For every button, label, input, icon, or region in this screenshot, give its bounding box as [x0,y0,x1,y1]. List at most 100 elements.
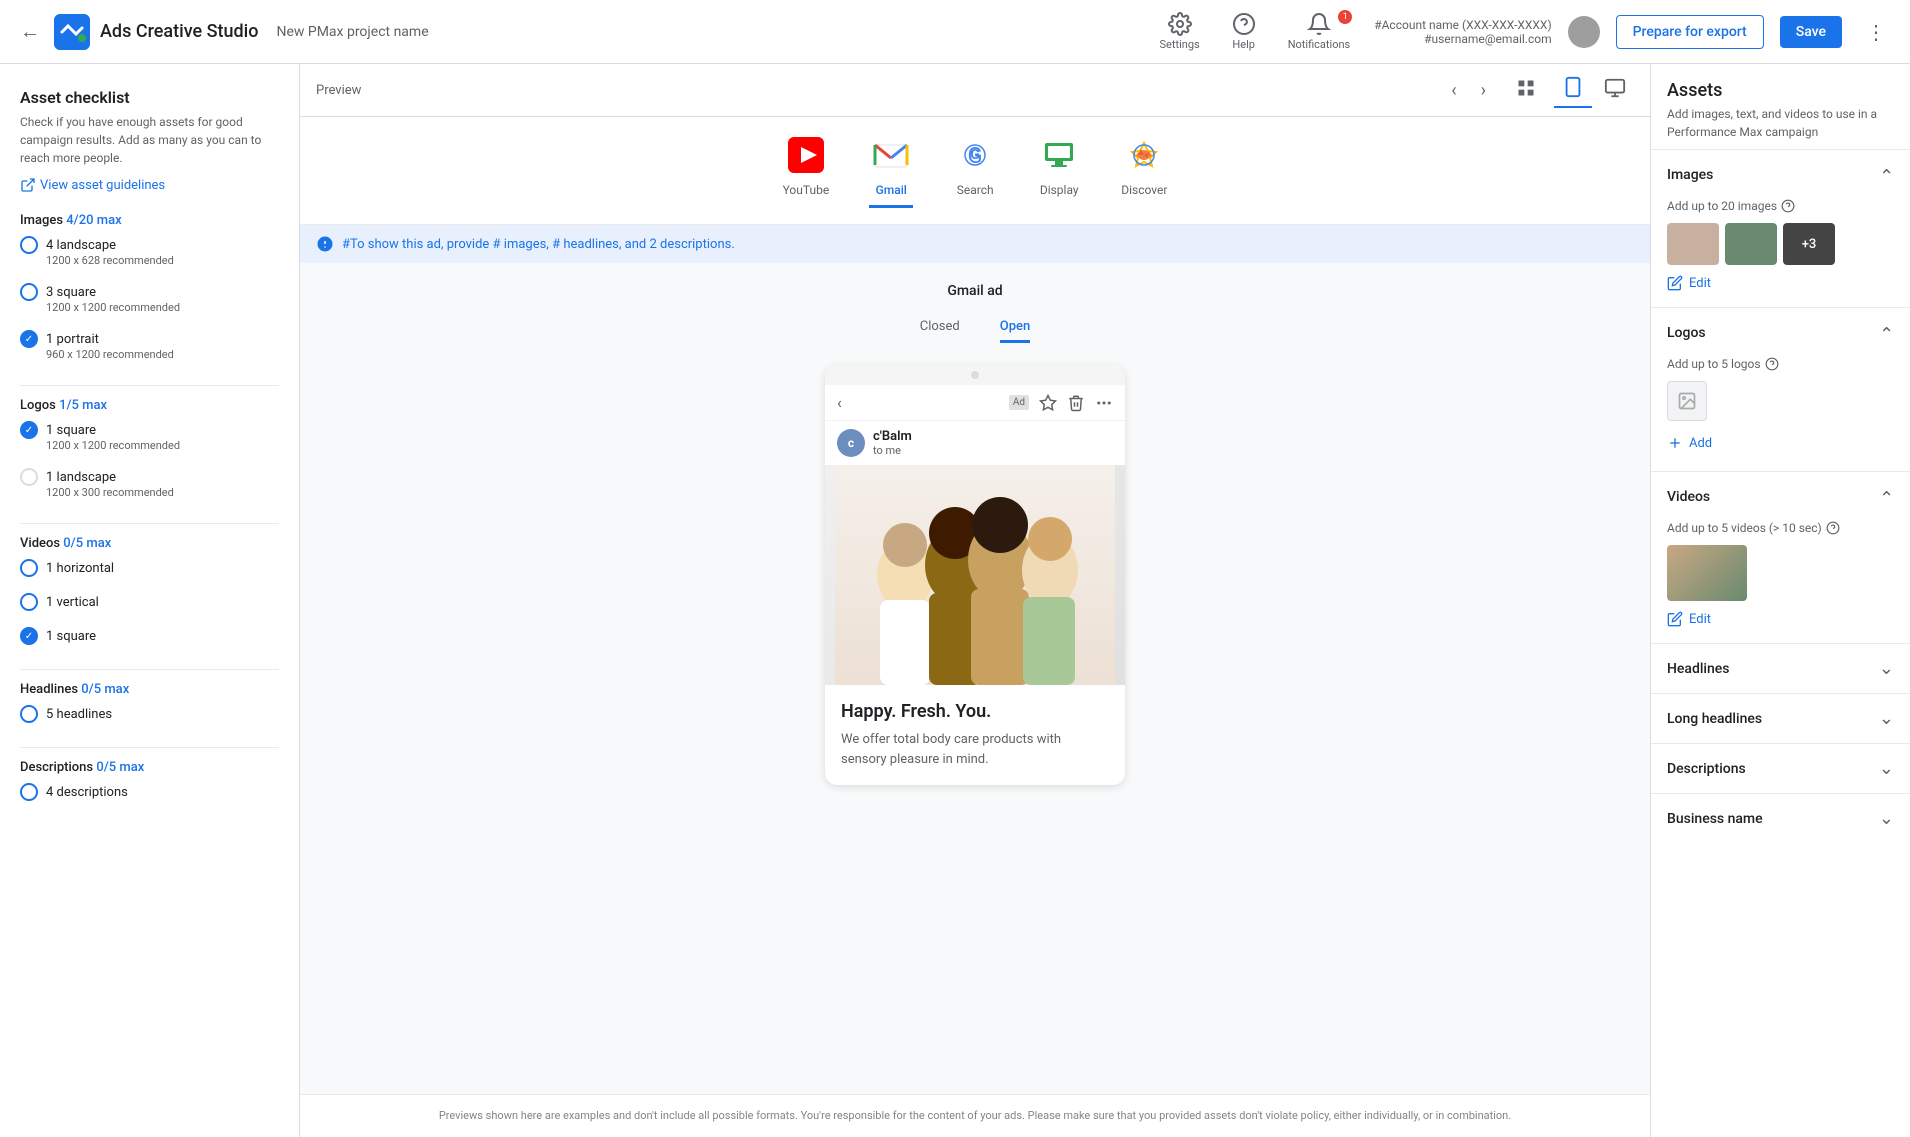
logos-section-header[interactable]: Logos ⌄ [1651,308,1910,357]
settings-icon [1168,12,1192,36]
descriptions-checklist-section: Descriptions 0/5 max 4 descriptions [20,760,279,809]
tab-display[interactable]: Display [1037,133,1081,208]
logos-count: 1/5 max [59,398,107,413]
top-dot [971,371,979,379]
images-help-icon [1781,199,1795,213]
main-container: Asset checklist Check if you have enough… [0,64,1910,1137]
vertical-video-item: 1 vertical [20,593,279,619]
discover-channel-icon [1122,133,1166,177]
square-image-item: 3 square 1200 x 1200 recommended [20,283,279,322]
logos-section-content: Add up to 5 logos Add [1651,357,1910,471]
assets-header: Assets Add images, text, and videos to u… [1651,64,1910,149]
square-video-label: 1 square [46,629,96,644]
headlines-section-header[interactable]: Headlines ⌄ [1651,644,1910,693]
account-name: #Account name (XXX-XXX-XXXX) [1374,18,1551,32]
trash-icon [1067,394,1085,412]
square-image-status-icon [20,283,38,301]
tab-gmail[interactable]: Gmail [869,133,913,208]
right-sidebar: Assets Add images, text, and videos to u… [1650,64,1910,1137]
images-edit-button[interactable]: Edit [1667,275,1711,291]
plus-icon [1667,435,1683,451]
tab-discover[interactable]: Discover [1121,133,1167,208]
logos-section-title: Logos [1667,325,1706,341]
gmail-icon [869,133,913,177]
descriptions-asset-section: Descriptions ⌄ [1651,743,1910,793]
assets-desc: Add images, text, and videos to use in a… [1667,105,1894,141]
headlines-count: 0/5 max [81,682,129,697]
images-chevron-icon: ⌄ [1879,164,1894,185]
video-edit-icon [1667,611,1683,627]
videos-subtitle: Add up to 5 videos (> 10 sec) [1667,521,1894,535]
back-button[interactable]: ← [16,15,44,48]
settings-label: Settings [1160,38,1200,51]
more-options-button[interactable]: ⋮ [1858,16,1894,48]
videos-edit-button[interactable]: Edit [1667,611,1711,627]
assets-title: Assets [1667,80,1894,101]
videos-help-icon [1826,521,1840,535]
square-logo-item: 1 square 1200 x 1200 recommended [20,421,279,460]
desktop-icon [1604,77,1626,99]
info-icon [316,235,334,253]
headlines-status-icon [20,705,38,723]
back-ad-button[interactable]: ‹ [837,393,842,412]
save-button[interactable]: Save [1780,16,1842,48]
descriptions-status-icon [20,783,38,801]
help-button[interactable]: Help [1224,8,1264,55]
preview-content: Gmail ad Closed Open ‹ Ad [300,263,1650,1094]
landscape-sub: 1200 x 628 recommended [46,254,279,267]
descriptions-label: 4 descriptions [46,785,128,800]
help-label: Help [1232,38,1255,51]
settings-button[interactable]: Settings [1152,8,1208,55]
long-headlines-asset-section: Long headlines ⌄ [1651,693,1910,743]
mobile-icon [1562,76,1584,98]
avatar [1568,16,1600,48]
display-tab-label: Display [1040,183,1079,197]
tab-youtube[interactable]: YouTube [783,133,830,208]
long-headlines-section-title: Long headlines [1667,711,1762,727]
left-sidebar: Asset checklist Check if you have enough… [0,64,300,1137]
external-link-icon [20,177,36,193]
mobile-view-button[interactable] [1554,72,1592,108]
square-logo-sub: 1200 x 1200 recommended [46,439,279,452]
search-tab-label: Search [957,183,994,197]
landscape-logo-status-icon [20,468,38,486]
logos-add-button[interactable]: Add [1667,431,1712,455]
images-asset-section: Images ⌄ Add up to 20 images +3 Edi [1651,149,1910,307]
notifications-button[interactable]: 1 Notifications [1280,8,1359,55]
prepare-for-export-button[interactable]: Prepare for export [1616,15,1764,49]
long-headlines-section-header[interactable]: Long headlines ⌄ [1651,694,1910,743]
grid-view-button[interactable] [1510,74,1542,106]
images-count: 4/20 max [66,213,121,228]
images-section-header[interactable]: Images ⌄ [1651,150,1910,199]
next-button[interactable]: › [1473,76,1494,105]
portrait-sub: 960 x 1200 recommended [46,348,279,361]
preview-footer: Previews shown here are examples and don… [300,1094,1650,1137]
header-left: ← Ads Creative Studio New PMax project n… [16,14,1152,50]
vertical-video-label: 1 vertical [46,595,99,610]
square-video-item: 1 square [20,627,279,653]
view-guidelines-link[interactable]: View asset guidelines [20,177,279,193]
headlines-header: Headlines 0/5 max [20,682,279,697]
header-right: Settings Help 1 Notifications #Account n… [1152,8,1894,55]
portrait-label: 1 portrait [46,332,99,347]
star-icon [1039,394,1057,412]
videos-chevron-icon: ⌄ [1879,486,1894,507]
app-logo-icon [54,14,90,50]
descriptions-header: Descriptions 0/5 max [20,760,279,775]
ad-top-bar [825,365,1125,385]
image-placeholder-icon [1677,391,1697,411]
prev-button[interactable]: ‹ [1443,76,1464,105]
tab-search[interactable]: G G Search [953,133,997,208]
business-name-section-header[interactable]: Business name ⌄ [1651,794,1910,843]
descriptions-section-header[interactable]: Descriptions ⌄ [1651,744,1910,793]
ad-body-text: We offer total body care products with s… [841,730,1109,769]
device-buttons [1554,72,1634,108]
videos-section-header[interactable]: Videos ⌄ [1651,472,1910,521]
desktop-view-button[interactable] [1596,72,1634,108]
videos-asset-section: Videos ⌄ Add up to 5 videos (> 10 sec) E… [1651,471,1910,643]
images-section-content: Add up to 20 images +3 Edit [1651,199,1910,307]
open-tab[interactable]: Open [1000,319,1030,343]
descriptions-chevron-icon: ⌄ [1879,758,1894,779]
gmail-open-closed-tabs: Closed Open [920,309,1030,353]
closed-tab[interactable]: Closed [920,319,960,343]
